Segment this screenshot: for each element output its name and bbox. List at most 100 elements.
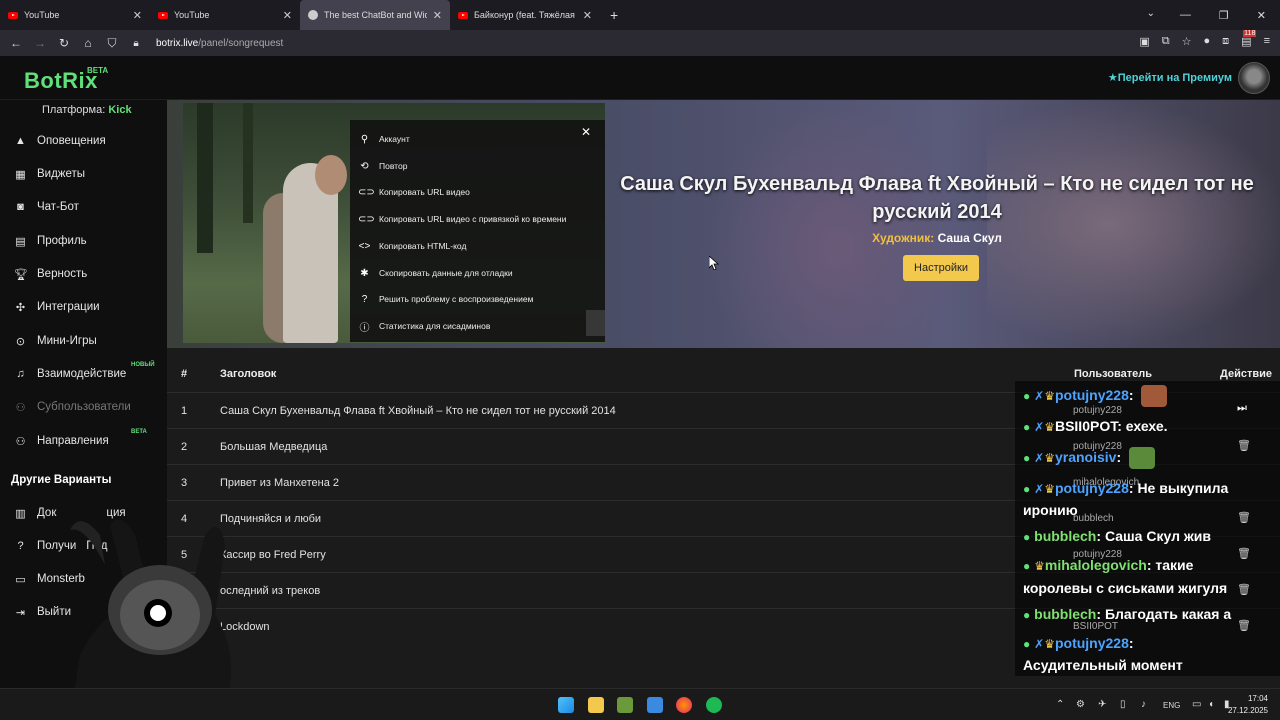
menu-item-debug[interactable]: ✱ Скопировать данные для отладки — [358, 263, 512, 283]
volume-icon[interactable]: ◖ — [1208, 699, 1214, 710]
bookmark-star-icon[interactable]: ☆ — [1182, 35, 1192, 48]
microphone-icon[interactable]: ♪ — [1141, 699, 1146, 710]
shield-icon[interactable]: ⛉ — [100, 36, 124, 51]
chat-text-continued: иронию — [1023, 502, 1078, 518]
kick-badge-icon: ● — [1023, 482, 1031, 496]
notepad-icon[interactable] — [647, 697, 663, 713]
account-icon[interactable]: ● — [1204, 35, 1211, 48]
skip-icon[interactable]: ⏭︎ — [1237, 402, 1247, 415]
sidebar-item-integrations[interactable]: ✣ Интеграции — [0, 292, 167, 322]
screenshot-icon[interactable]: ⧉ — [1162, 35, 1170, 48]
docs-icon: ▥ — [15, 507, 26, 520]
app-header: BotRix BETA ★Перейти на Премиум — [0, 56, 1280, 100]
windows-start-icon[interactable] — [558, 697, 574, 713]
star-icon: ★ — [1107, 72, 1118, 84]
new-tab-icon[interactable]: + — [610, 7, 618, 23]
menu-item-copy-url-time[interactable]: ⊂⊃ Копировать URL видео с привязкой ко вр… — [358, 209, 566, 229]
address-bar[interactable]: botrix.live/panel/songrequest — [156, 38, 283, 49]
menu-item-copy-url[interactable]: ⊂⊃ Копировать URL видео — [358, 182, 470, 202]
kick-badge-icon: ● — [1023, 451, 1031, 465]
menu-item-copy-html[interactable]: <> Копировать HTML-код — [358, 236, 467, 256]
sidebar-item-loyalty[interactable]: 🏆︎ Верность — [0, 259, 167, 289]
menu-item-account[interactable]: ⚲ Аккаунт — [358, 129, 410, 149]
monitor-icon: ▭ — [15, 573, 26, 586]
avatar[interactable] — [1238, 62, 1270, 94]
sidebar-item-label: Виджеты — [37, 168, 86, 180]
extensions-icon[interactable]: ⧈ — [1222, 35, 1229, 48]
chat-message: ● ✗♛potujny228: — [1023, 384, 1168, 408]
close-window-icon[interactable]: ✕ — [1257, 9, 1266, 22]
sword-badge-icon: ✗ — [1034, 637, 1045, 651]
menu-item-troubleshoot[interactable]: ? Решить проблему с воспроизведением — [358, 289, 534, 309]
crown-icon: ♛ — [1044, 389, 1055, 403]
chevron-down-icon[interactable]: ⌄ — [1147, 8, 1155, 19]
language-indicator[interactable]: ENG — [1163, 701, 1180, 710]
lock-icon: 🔒︎ — [133, 37, 139, 49]
sidebar-item-minigames[interactable]: ⊙ Мини-Игры — [0, 326, 167, 356]
close-tab-icon[interactable]: ✕ — [283, 9, 292, 22]
chat-username: potujny228 — [1054, 387, 1129, 403]
trophy-icon: 🏆︎ — [14, 268, 28, 281]
home-icon[interactable]: ⌂ — [76, 36, 100, 50]
network-icon[interactable]: ▭ — [1192, 699, 1201, 710]
tray-chevron-icon[interactable]: ⌃ — [1056, 699, 1064, 710]
chat-username: bubblech — [1034, 606, 1097, 622]
back-icon[interactable]: ← — [4, 36, 28, 50]
file-explorer-icon[interactable] — [588, 697, 604, 713]
minimize-icon[interactable]: — — [1180, 9, 1191, 21]
menu-item-label: Повтор — [379, 161, 408, 171]
picture-in-picture-icon[interactable]: ▣ — [1139, 35, 1149, 48]
row-user: bubblech — [1073, 513, 1114, 524]
reload-icon[interactable]: ↻ — [52, 36, 76, 50]
sidebar-item-label: Интеграции — [37, 301, 100, 313]
trash-icon[interactable]: 🗑︎ — [1237, 583, 1251, 596]
browser-tab[interactable]: Байконур (feat. Тяжёлая Атлет ✕ — [450, 0, 600, 30]
trash-icon[interactable]: 🗑︎ — [1237, 547, 1251, 560]
link-icon: ⊂⊃ — [358, 213, 375, 225]
trash-icon[interactable]: 🗑︎ — [1237, 439, 1251, 452]
url-host: botrix.live — [156, 37, 199, 49]
browser-tab-active[interactable]: The best ChatBot and Widg ✕ — [300, 0, 450, 30]
telegram-icon[interactable]: ✈ — [1098, 699, 1106, 710]
sidebar-item-directions[interactable]: ⚇ Направления BETA — [0, 426, 167, 456]
trash-icon[interactable]: 🗑︎ — [1237, 619, 1251, 632]
system-clock[interactable]: 17:04 27.12.2025 — [1228, 693, 1268, 717]
sidebar-item-alerts[interactable]: ▲ Оповещения — [0, 126, 167, 156]
usb-icon[interactable]: ▯ — [1120, 699, 1126, 710]
user-icon: ⚲ — [360, 133, 369, 145]
close-tab-icon[interactable]: ✕ — [583, 9, 592, 22]
extension-icon[interactable]: ▤ 118 — [1241, 30, 1257, 48]
clock-date: 27.12.2025 — [1227, 706, 1268, 715]
trash-icon[interactable]: 🗑︎ — [1237, 511, 1251, 524]
kick-badge-icon: ● — [1023, 637, 1031, 651]
youtube-icon — [8, 11, 18, 19]
video-player[interactable]: ✕ ⚲ Аккаунт ⟲ Повтор ⊂⊃ Копировать URL виде… — [183, 103, 605, 343]
menu-item-repeat[interactable]: ⟲ Повтор — [358, 156, 407, 176]
sidebar-item-subusers[interactable]: ⚇ Субпользователи — [0, 392, 167, 422]
menu-icon[interactable]: ≡ — [1264, 35, 1270, 48]
logout-icon: ⇥ — [15, 606, 26, 619]
forward-icon[interactable]: → — [28, 36, 52, 50]
sidebar-item-chatbot[interactable]: ◙ Чат-Бот — [0, 192, 167, 222]
app-icon[interactable] — [617, 697, 633, 713]
spotify-icon[interactable] — [706, 697, 722, 713]
close-tab-icon[interactable]: ✕ — [133, 9, 142, 22]
section-title: Другие Варианты — [11, 474, 112, 486]
chat-text: Саша Скул жив — [1104, 528, 1211, 544]
premium-link[interactable]: ★Перейти на Премиум — [1108, 71, 1232, 84]
sidebar-item-label: Верность — [37, 268, 88, 280]
sidebar-item-profile[interactable]: ▤ Профиль — [0, 226, 167, 256]
row-number: 2 — [181, 441, 188, 453]
browser-tab[interactable]: YouTube ✕ — [0, 0, 150, 30]
steam-icon[interactable]: ⚙ — [1076, 699, 1085, 710]
close-icon[interactable]: ✕ — [581, 125, 591, 139]
firefox-icon[interactable] — [676, 697, 692, 713]
sidebar-item-interaction[interactable]: ♫ Взаимодействие НОВЫЙ — [0, 359, 167, 389]
chat-text: такие — [1155, 557, 1194, 573]
maximize-icon[interactable]: ❐ — [1219, 9, 1229, 22]
close-tab-icon[interactable]: ✕ — [433, 9, 442, 22]
menu-item-stats[interactable]: ⓘ Статистика для сисадминов — [358, 316, 491, 336]
browser-tab[interactable]: YouTube ✕ — [150, 0, 300, 30]
settings-button[interactable]: Настройки — [903, 255, 979, 281]
sidebar-item-widgets[interactable]: ▦ Виджеты — [0, 159, 167, 189]
